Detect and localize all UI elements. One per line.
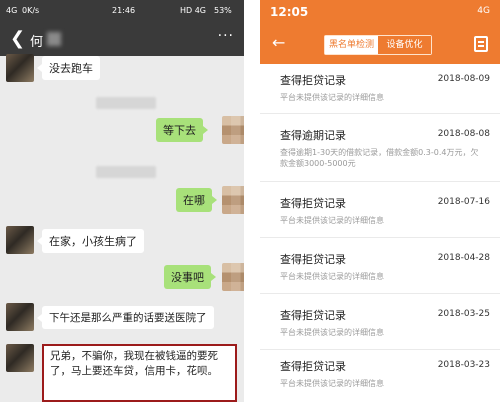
- record-item[interactable]: 查得拒贷记录 2018-03-25 平台未提供该记录的详细信息: [260, 294, 500, 350]
- record-desc: 平台未提供该记录的详细信息: [280, 328, 384, 337]
- message-bubble: 没事吧: [164, 265, 216, 289]
- tab-device-optimize[interactable]: 设备优化: [378, 36, 431, 54]
- record-item[interactable]: 查得拒贷记录 2018-03-23 平台未提供该记录的详细信息: [260, 350, 500, 402]
- message-bubble: 在哪: [176, 188, 217, 212]
- status-time: 12:05: [270, 5, 309, 19]
- contact-avatar[interactable]: [6, 303, 34, 331]
- record-item[interactable]: 查得拒贷记录 2018-07-16 平台未提供该记录的详细信息: [260, 182, 500, 238]
- record-date: 2018-04-28: [437, 253, 490, 263]
- record-date: 2018-03-23: [437, 360, 490, 370]
- record-title: 查得逾期记录: [280, 129, 346, 142]
- app-screen: 12:05 4G ← 黑名单检测 设备优化 查得拒贷记录 2018-08-09 …: [260, 0, 500, 402]
- battery-level: 53%: [214, 6, 232, 15]
- record-title: 查得拒贷记录: [280, 197, 346, 210]
- record-desc: 平台未提供该记录的详细信息: [280, 272, 384, 281]
- segment-tabs: 黑名单检测 设备优化: [324, 35, 432, 55]
- my-avatar[interactable]: [222, 186, 244, 214]
- record-desc: 平台未提供该记录的详细信息: [280, 379, 384, 388]
- contact-avatar[interactable]: [6, 54, 34, 82]
- highlighted-message: 兄弟，不骗你，我现在被钱逼的要死了，马上要还车贷，信用卡，花呗。: [42, 344, 237, 402]
- chat-screen: 4G 0K/s 21:46 HD 4G 53% ❮ 何 ··· 没去跑车 等下去…: [0, 0, 244, 402]
- record-title: 查得拒贷记录: [280, 253, 346, 266]
- record-desc: 查得逾期1-30天的借款记录，借款金额0.3-0.4万元，欠款金额3000-50…: [280, 148, 479, 168]
- document-icon[interactable]: [474, 36, 488, 52]
- speed-indicator: 0K/s: [22, 6, 40, 15]
- record-date: 2018-03-25: [437, 309, 490, 319]
- chat-title: 何: [30, 35, 44, 50]
- my-avatar[interactable]: [222, 116, 244, 144]
- record-date: 2018-07-16: [437, 197, 490, 207]
- contact-avatar[interactable]: [6, 344, 34, 372]
- back-arrow-icon[interactable]: ←: [272, 33, 285, 52]
- more-options-icon[interactable]: ···: [218, 28, 234, 44]
- record-item[interactable]: 查得拒贷记录 2018-04-28 平台未提供该记录的详细信息: [260, 238, 500, 294]
- network-indicator: 4G: [6, 6, 18, 15]
- message-bubble: 等下去: [156, 118, 208, 142]
- screenshot-composite: 4G 0K/s 21:46 HD 4G 53% ❮ 何 ··· 没去跑车 等下去…: [0, 0, 500, 402]
- record-item[interactable]: 查得逾期记录 2018-08-08 查得逾期1-30天的借款记录，借款金额0.3…: [260, 114, 500, 182]
- app-header: ← 黑名单检测 设备优化: [260, 24, 500, 64]
- record-item[interactable]: 查得拒贷记录 2018-08-09 平台未提供该记录的详细信息: [260, 64, 500, 114]
- my-avatar[interactable]: [222, 263, 244, 291]
- record-date: 2018-08-09: [437, 74, 490, 84]
- signal-indicator: 4G: [477, 6, 490, 16]
- contact-avatar[interactable]: [6, 226, 34, 254]
- record-title: 查得拒贷记录: [280, 309, 346, 322]
- record-title: 查得拒贷记录: [280, 360, 346, 373]
- message-bubble: 下午还是那么严重的话要送医院了: [37, 306, 214, 329]
- message-bubble: 在家，小孩生病了: [37, 229, 144, 253]
- status-bar: 12:05 4G: [260, 0, 500, 24]
- timestamp-blurred: [96, 166, 156, 178]
- record-desc: 平台未提供该记录的详细信息: [280, 216, 384, 225]
- timestamp-blurred: [96, 97, 156, 109]
- status-bar: 4G 0K/s 21:46 HD 4G 53%: [0, 0, 244, 22]
- record-title: 查得拒贷记录: [280, 74, 346, 87]
- status-time: 21:46: [112, 6, 136, 15]
- record-date: 2018-08-08: [437, 129, 490, 139]
- chat-header: ❮ 何 ···: [0, 22, 244, 56]
- signal-indicator: HD 4G: [180, 6, 207, 15]
- blurred-name: [47, 32, 61, 46]
- back-arrow-icon[interactable]: ❮: [10, 28, 25, 49]
- tab-blacklist-check[interactable]: 黑名单检测: [325, 36, 378, 54]
- record-desc: 平台未提供该记录的详细信息: [280, 93, 384, 102]
- message-bubble: 没去跑车: [37, 56, 100, 80]
